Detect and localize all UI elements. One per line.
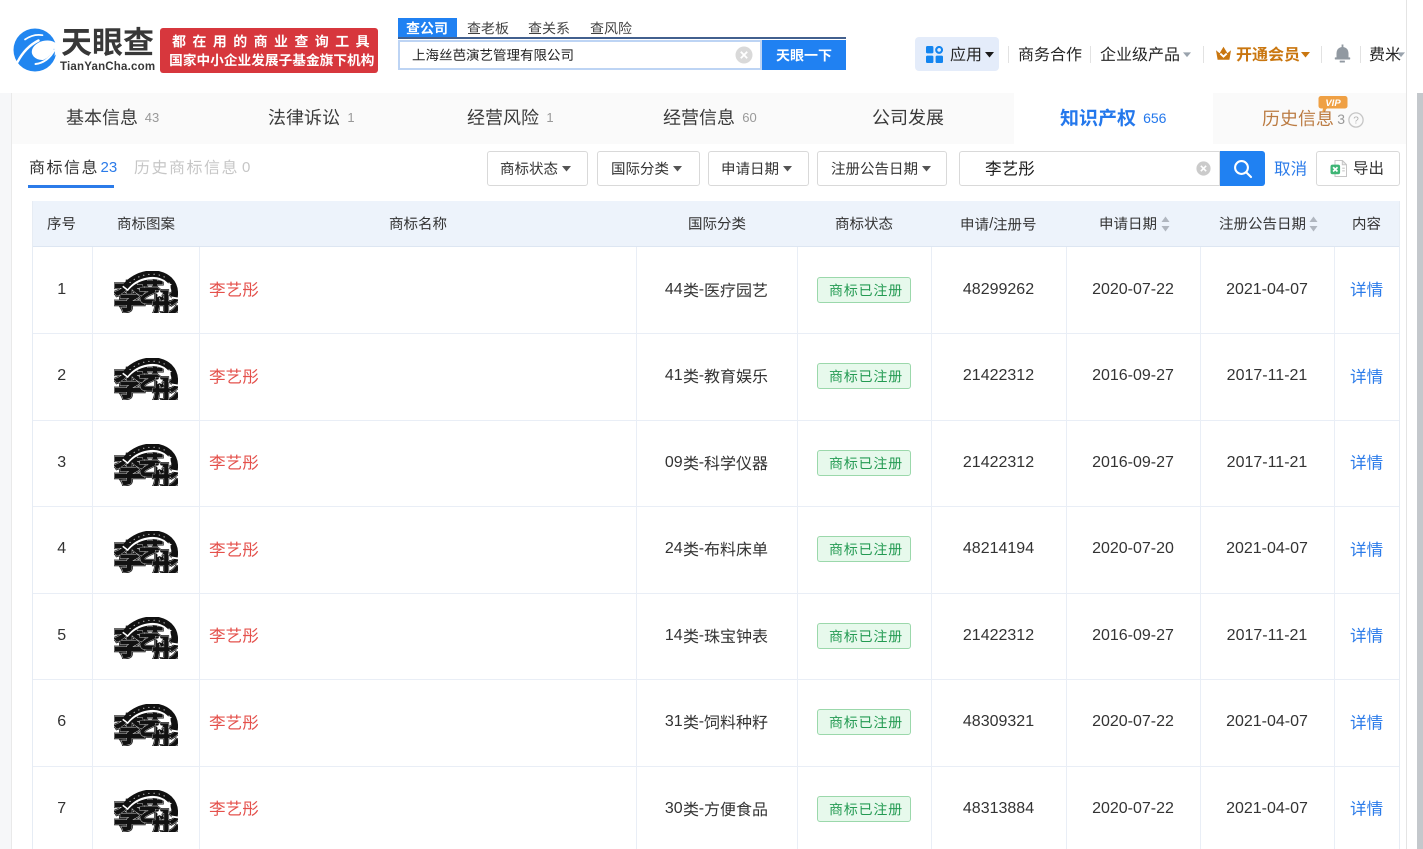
svg-text:?: ? <box>1354 115 1360 126</box>
svg-text:VIP: VIP <box>1326 98 1342 109</box>
